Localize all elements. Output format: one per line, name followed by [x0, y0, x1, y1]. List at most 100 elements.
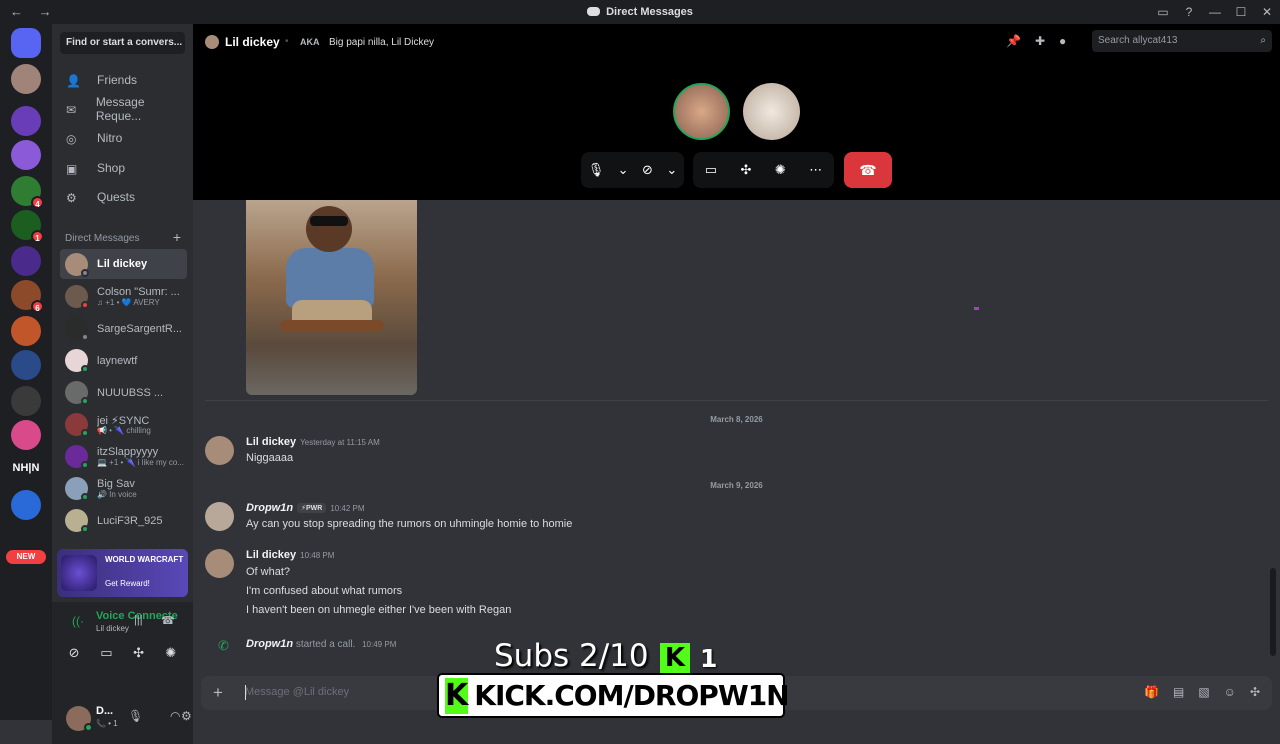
create-dm-button[interactable]: + — [173, 229, 181, 245]
server-icon[interactable]: 4 — [11, 176, 44, 209]
find-conversation-button[interactable]: Find or start a convers... — [60, 32, 185, 54]
message-author[interactable]: Dropw1n ⚡PWR 10:42 PM — [246, 502, 365, 514]
more-icon[interactable]: ⋯ — [809, 162, 822, 178]
message-text: Ay can you stop spreading the rumors on … — [246, 518, 573, 530]
clan-tag: ⚡PWR — [297, 503, 327, 513]
shop-icon: ▣ — [66, 162, 78, 176]
notification-badge: 1 — [31, 230, 44, 243]
message-author[interactable]: Lil dickey Yesterday at 11:15 AM — [246, 436, 380, 448]
activities-icon[interactable]: ✣ — [123, 640, 155, 666]
apps-icon[interactable]: ✣ — [1250, 685, 1260, 699]
server-icon[interactable] — [11, 420, 41, 450]
nav-message-requests[interactable]: ✉ Message Reque... — [60, 95, 185, 123]
voice-channel[interactable]: Lil dickey — [96, 624, 129, 633]
promo-banner[interactable]: WORLD WARCRAFT Get Reward! — [57, 549, 188, 597]
server-list: NH|N NEW 4 1 6 — [0, 24, 52, 720]
scrollbar[interactable] — [1270, 568, 1276, 656]
server-icon[interactable] — [11, 140, 41, 170]
end-call-button[interactable]: ☎ — [844, 152, 892, 188]
pin-icon[interactable]: 📌 — [1006, 34, 1021, 48]
server-icon[interactable] — [11, 106, 41, 136]
signal-icon[interactable]: ((· — [72, 614, 84, 628]
message-time: Yesterday at 11:15 AM — [300, 438, 380, 447]
dm-item[interactable]: Colson "Sumr: ... ♫ +1 • 💙 AVERY — [60, 281, 187, 311]
add-attachment-icon[interactable]: + — [213, 683, 223, 703]
dm-item[interactable]: laynewtf — [60, 345, 187, 375]
user-panel[interactable]: D... 📞 • 1 🎙 ◠ ⚙ — [52, 696, 193, 744]
server-icon[interactable]: 6 — [11, 280, 44, 313]
mic-icon[interactable]: 🎙 — [588, 162, 605, 178]
author-name: Lil dickey — [246, 549, 297, 561]
close-button[interactable]: ✕ — [1254, 5, 1280, 19]
soundboard-icon[interactable]: ✺ — [775, 162, 786, 178]
help-icon[interactable]: ? — [1176, 5, 1202, 19]
dm-item[interactable]: itzSlappyyyy 💻 +1 • 🌂 i like my co... — [60, 441, 187, 471]
nav-friends[interactable]: 👤 Friends — [60, 67, 185, 93]
image-attachment[interactable] — [246, 200, 417, 395]
nav-label: Shop — [97, 161, 126, 175]
add-friends-icon[interactable]: ✚ — [1035, 34, 1045, 48]
dm-item[interactable]: SargeSargentR... — [60, 313, 187, 343]
search-input[interactable]: Search allycat413 ⌕ — [1092, 30, 1272, 52]
server-icon[interactable] — [11, 386, 41, 416]
soundboard-icon[interactable]: ✺ — [155, 640, 187, 666]
dm-header: Direct Messages — [65, 233, 140, 244]
server-icon[interactable] — [11, 316, 41, 346]
settings-icon[interactable]: ⚙ — [181, 709, 192, 723]
inbox-icon[interactable]: ▭ — [1150, 5, 1176, 19]
gift-icon[interactable]: 🎁 — [1144, 685, 1159, 699]
dm-item[interactable]: LuciF3R_925 — [60, 505, 187, 535]
status-indicator — [81, 525, 89, 533]
dm-item[interactable]: Lil dickey — [60, 249, 187, 279]
call-participant-avatar[interactable] — [673, 83, 730, 140]
server-icon[interactable]: 1 — [11, 210, 44, 243]
discord-home-icon[interactable] — [11, 28, 41, 58]
friends-icon: 👤 — [66, 74, 81, 88]
nav-nitro[interactable]: ◎ Nitro — [60, 125, 185, 151]
camera-off-icon[interactable]: ⊘ — [58, 640, 90, 666]
chevron-down-icon[interactable]: ⌄ — [618, 162, 629, 178]
nav-quests[interactable]: ⚙ Quests — [60, 184, 185, 210]
date-divider: March 9, 2026 — [193, 481, 1280, 490]
disconnect-icon[interactable]: ☎ — [161, 614, 175, 627]
noise-suppression-icon[interactable]: ||| — [134, 614, 143, 626]
server-icon[interactable] — [11, 246, 41, 276]
message-avatar[interactable] — [205, 436, 234, 465]
maximize-button[interactable]: ☐ — [1228, 5, 1254, 19]
author-name[interactable]: Dropw1n — [246, 638, 293, 650]
emoji-icon[interactable]: ☺ — [1224, 685, 1236, 699]
message-avatar[interactable] — [205, 549, 234, 578]
profile-icon[interactable]: ● — [1059, 34, 1066, 48]
dm-name: itzSlappyyyy — [97, 446, 159, 458]
dm-item[interactable]: NUUUBSS ... — [60, 377, 187, 407]
nav-label: Friends — [97, 73, 138, 87]
gif-icon[interactable]: ▤ — [1173, 685, 1184, 699]
server-icon[interactable] — [11, 350, 41, 380]
divider — [205, 400, 1268, 401]
quests-icon: ⚙ — [66, 191, 77, 205]
user-sub: 📞 • 1 — [96, 719, 118, 728]
camera-off-icon[interactable]: ⊘ — [642, 162, 653, 178]
server-nhn[interactable]: NH|N — [6, 462, 46, 474]
user-name: D... — [96, 705, 114, 717]
message-input[interactable]: Message @Lil dickey — [245, 686, 349, 698]
message-time: 10:48 PM — [300, 551, 335, 560]
message-author[interactable]: Lil dickey 10:48 PM — [246, 549, 334, 561]
call-participant-avatar[interactable] — [743, 83, 800, 140]
nav-shop[interactable]: ▣ Shop — [60, 155, 185, 181]
minimize-button[interactable]: — — [1202, 5, 1228, 19]
dm-activity: 🔊 In voice — [97, 490, 137, 499]
screen-share-icon[interactable]: ▭ — [90, 640, 122, 666]
screen-share-icon[interactable]: ▭ — [705, 162, 717, 178]
message-avatar[interactable] — [205, 502, 234, 531]
dm-item[interactable]: jei ⚡SYNC 📢 • 🌂 chilling — [60, 409, 187, 439]
server-icon[interactable] — [11, 64, 41, 94]
dm-item[interactable]: Big Sav 🔊 In voice — [60, 473, 187, 503]
sticker-icon[interactable]: ▧ — [1198, 685, 1209, 699]
server-icon[interactable] — [11, 490, 41, 520]
headphones-icon[interactable]: ◠ — [170, 709, 180, 723]
mic-icon[interactable]: 🎙 — [128, 709, 143, 723]
chevron-down-icon[interactable]: ⌄ — [666, 162, 677, 178]
activities-icon[interactable]: ✣ — [741, 162, 752, 178]
status-indicator — [81, 333, 89, 341]
